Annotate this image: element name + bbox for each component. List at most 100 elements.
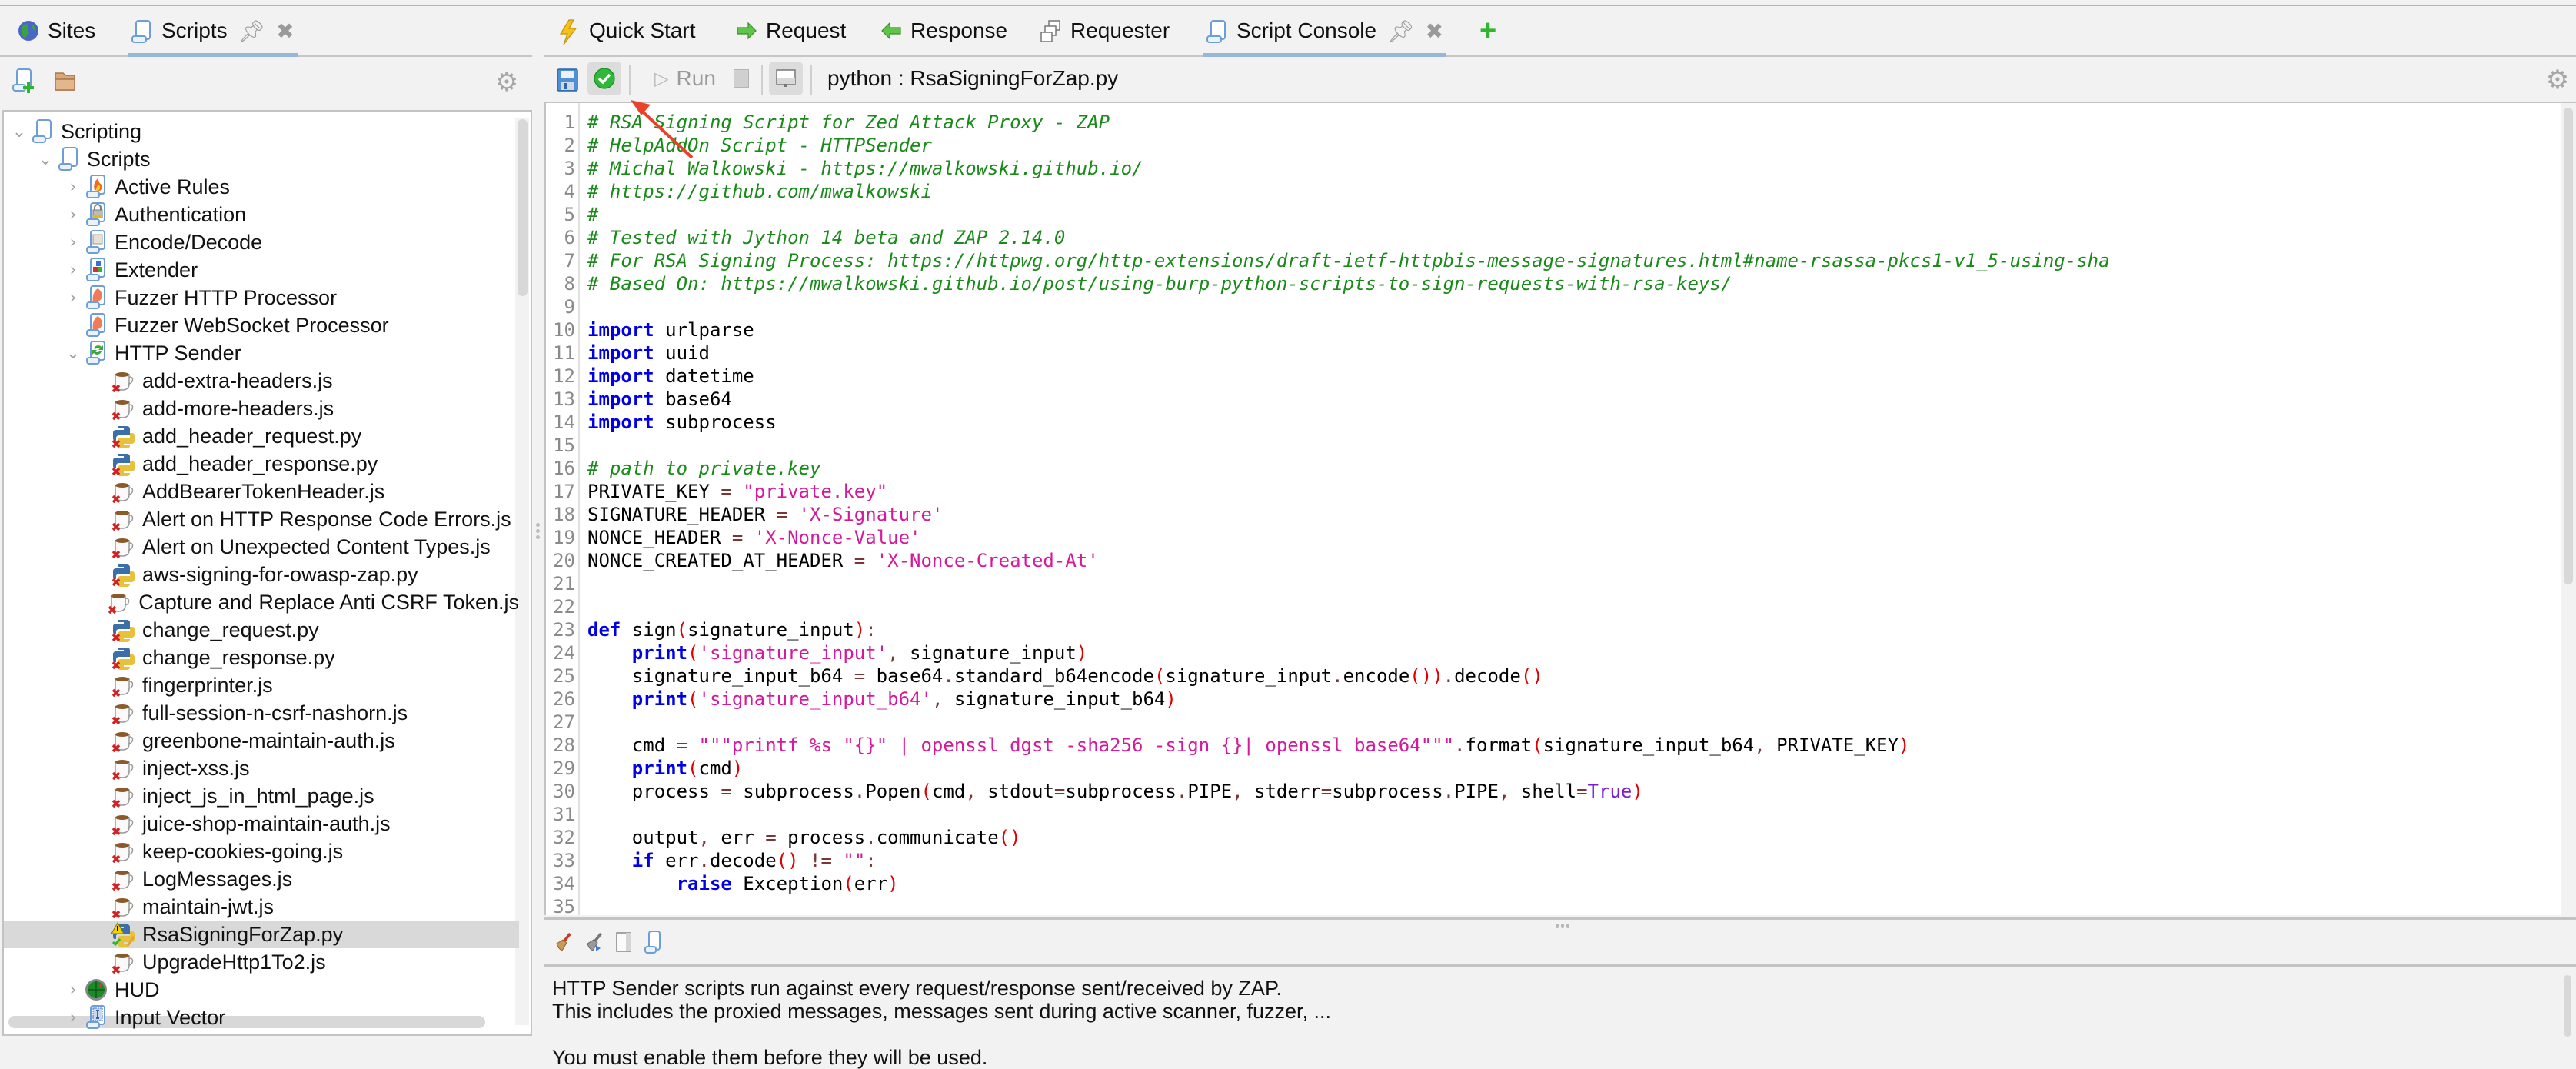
tree-item[interactable]: add_header_request.py bbox=[4, 422, 519, 450]
chevron-right-icon[interactable]: › bbox=[62, 1008, 84, 1027]
tree-item[interactable]: LogMessages.js bbox=[4, 865, 519, 893]
chevron-right-icon[interactable]: › bbox=[62, 288, 84, 308]
splitter-handle-icon[interactable] bbox=[536, 523, 541, 541]
code-token: : bbox=[865, 850, 877, 871]
tree-item[interactable]: › Encode/Decode bbox=[4, 228, 519, 256]
lock-scroll-icon bbox=[84, 202, 108, 227]
pin-icon[interactable]: 📌︎ bbox=[1387, 18, 1415, 44]
console-options-button[interactable]: ⚙ bbox=[2544, 65, 2571, 95]
js-disabled-icon bbox=[111, 479, 136, 504]
tree-item[interactable]: greenbone-maintain-auth.js bbox=[4, 727, 519, 754]
tree-item[interactable]: › Active Rules bbox=[4, 173, 519, 201]
tree-item[interactable]: juice-shop-maintain-auth.js bbox=[4, 810, 519, 838]
tab-label: Quick Start bbox=[589, 18, 696, 42]
code-token: = bbox=[731, 527, 744, 548]
chevron-down-icon[interactable]: ⌄ bbox=[8, 122, 30, 142]
tree-item[interactable]: fingerprinter.js bbox=[4, 671, 519, 699]
scripts-options-button[interactable]: ⚙ bbox=[494, 67, 520, 98]
js-disabled-icon bbox=[111, 507, 136, 531]
js-disabled-icon bbox=[111, 673, 136, 698]
clear-output-button[interactable] bbox=[552, 931, 575, 954]
code-text: print('signature_input', signature_input… bbox=[587, 641, 1087, 664]
tree-item[interactable]: inject_js_in_html_page.js bbox=[4, 782, 519, 810]
code-token: ) bbox=[1899, 734, 1910, 756]
chevron-down-icon[interactable]: ⌄ bbox=[62, 344, 84, 363]
code-token: decode bbox=[1454, 665, 1521, 687]
code-token: () bbox=[998, 827, 1021, 848]
tree-item[interactable]: inject-xss.js bbox=[4, 754, 519, 782]
clear-on-run-button[interactable] bbox=[583, 931, 606, 954]
close-tab-icon[interactable]: ✖ bbox=[276, 18, 294, 44]
chevron-right-icon[interactable]: › bbox=[62, 233, 84, 252]
split-view-button[interactable] bbox=[612, 931, 635, 954]
editor-vertical-scrollbar[interactable] bbox=[2561, 103, 2576, 915]
tree-item[interactable]: add_header_response.py bbox=[4, 450, 519, 478]
close-tab-icon[interactable]: ✖ bbox=[1426, 18, 1443, 44]
tree-item[interactable]: Fuzzer WebSocket Processor bbox=[4, 311, 519, 339]
tab-scripts[interactable]: Scripts 📌︎ ✖ bbox=[128, 14, 298, 57]
tab-request[interactable]: Request bbox=[735, 14, 846, 48]
chevron-right-icon[interactable]: › bbox=[62, 261, 84, 280]
load-script-button[interactable] bbox=[52, 68, 78, 94]
tree-item[interactable]: › HUD bbox=[4, 976, 519, 1004]
chevron-right-icon[interactable]: › bbox=[62, 178, 84, 197]
code-token: ( bbox=[1532, 734, 1543, 756]
tree-item-label: Alert on Unexpected Content Types.js bbox=[142, 534, 491, 558]
tab-response[interactable]: Response bbox=[880, 14, 1007, 48]
tree-item[interactable]: Capture and Replace Anti CSRF Token.js bbox=[4, 588, 519, 616]
tree-item[interactable]: maintain-jwt.js bbox=[4, 893, 519, 921]
code-editor[interactable]: 1 # RSA Signing Script for Zed Attack Pro… bbox=[544, 103, 2562, 915]
tree-item[interactable]: UpgradeHttp1To2.js bbox=[4, 948, 519, 976]
output-vertical-scrollbar[interactable] bbox=[2562, 974, 2574, 1037]
tree-item[interactable]: ⌄ Scripting bbox=[4, 118, 519, 145]
output-console[interactable]: HTTP Sender scripts run against every re… bbox=[544, 967, 2576, 1069]
save-script-button[interactable] bbox=[555, 66, 580, 94]
add-tab-button[interactable]: + bbox=[1479, 14, 1496, 48]
tree-item[interactable]: › Input Vector bbox=[4, 1004, 519, 1031]
tree-item[interactable]: ⌄ Scripts bbox=[4, 145, 519, 173]
fuzzer-scroll-icon bbox=[84, 313, 108, 338]
line-number: 8 bbox=[564, 273, 575, 295]
tab-quick-start[interactable]: Quick Start bbox=[558, 14, 695, 48]
tree-item[interactable]: keep-cookies-going.js bbox=[4, 838, 519, 865]
tree-item[interactable]: change_request.py bbox=[4, 616, 519, 644]
tree-item[interactable]: AddBearerTokenHeader.js bbox=[4, 478, 519, 505]
code-text: # https://github.com/mwalkowski bbox=[587, 180, 932, 203]
pin-icon[interactable]: 📌︎ bbox=[238, 18, 266, 44]
screen-icon bbox=[776, 69, 796, 87]
tree-item[interactable]: add-more-headers.js bbox=[4, 395, 519, 422]
new-script-button[interactable] bbox=[11, 68, 37, 94]
vertical-splitter[interactable] bbox=[532, 6, 544, 1049]
code-token: . bbox=[943, 665, 954, 687]
toggle-screen-button[interactable] bbox=[769, 62, 803, 95]
tree-item[interactable]: › Extender bbox=[4, 256, 519, 284]
tree-item[interactable]: change_response.py bbox=[4, 644, 519, 671]
gear-icon: ⚙ bbox=[2545, 65, 2570, 95]
scroll-icon bbox=[56, 147, 81, 172]
stop-button[interactable] bbox=[729, 66, 754, 91]
tree-item[interactable]: Alert on Unexpected Content Types.js bbox=[4, 533, 519, 561]
chevron-right-icon[interactable]: › bbox=[62, 981, 84, 1000]
tree-item[interactable]: › Authentication bbox=[4, 201, 519, 228]
tab-script-console[interactable]: Script Console 📌︎ ✖ bbox=[1202, 14, 1447, 57]
tree-item[interactable]: ⌄ HTTP Sender bbox=[4, 339, 519, 367]
tree-item[interactable]: Alert on HTTP Response Code Errors.js bbox=[4, 505, 519, 533]
tab-requester[interactable]: Requester bbox=[1040, 14, 1170, 48]
tree-item-label: UpgradeHttp1To2.js bbox=[142, 950, 326, 974]
tab-sites[interactable]: Sites bbox=[17, 14, 95, 48]
tree-item[interactable]: RsaSigningForZap.py bbox=[4, 921, 519, 948]
scripts-tree[interactable]: ⌄ Scripting ⌄ Scripts › Active Rules › Authenti… bbox=[2, 110, 532, 1036]
tree-item-label: maintain-jwt.js bbox=[142, 894, 275, 918]
tree-item[interactable]: full-session-n-csrf-nashorn.js bbox=[4, 699, 519, 727]
tree-item[interactable]: › Fuzzer HTTP Processor bbox=[4, 284, 519, 311]
script-view-button[interactable] bbox=[641, 929, 664, 955]
code-token: , bbox=[965, 781, 977, 802]
run-button[interactable]: ▷ Run bbox=[643, 63, 727, 94]
chevron-right-icon[interactable]: › bbox=[62, 205, 84, 225]
tree-item[interactable]: add-extra-headers.js bbox=[4, 367, 519, 395]
enable-script-button[interactable] bbox=[587, 62, 621, 95]
code-token: ( bbox=[687, 642, 699, 664]
code-token: import bbox=[587, 319, 654, 341]
chevron-down-icon[interactable]: ⌄ bbox=[35, 150, 56, 169]
tree-item[interactable]: aws-signing-for-owasp-zap.py bbox=[4, 561, 519, 588]
